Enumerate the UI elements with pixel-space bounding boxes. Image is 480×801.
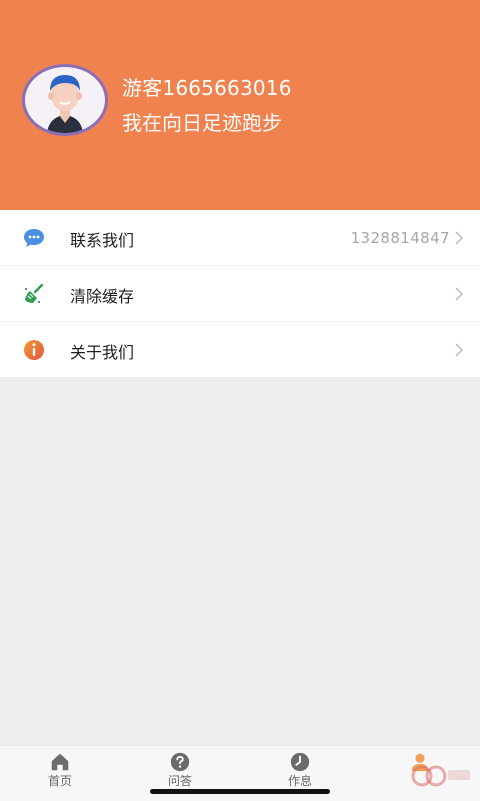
tab-home[interactable]: 首页 xyxy=(0,746,120,801)
avatar-illustration xyxy=(27,69,103,133)
menu-item-label: 关于我们 xyxy=(70,343,135,362)
settings-menu: 联系我们 1328814847 清除缓存 关于我们 xyxy=(0,210,480,377)
tab-label: 问答 xyxy=(167,774,192,788)
chevron-right-icon xyxy=(455,287,464,301)
clock-icon xyxy=(290,752,310,772)
tab-label: 作息 xyxy=(287,774,312,788)
question-icon xyxy=(170,752,190,772)
contact-phone: 1328814847 xyxy=(350,229,450,247)
home-indicator[interactable] xyxy=(150,789,330,794)
chat-bubble-icon xyxy=(24,229,44,247)
profile-motto: 我在向日足迹跑步 xyxy=(122,111,282,135)
menu-item-clear-cache[interactable]: 清除缓存 xyxy=(0,266,480,322)
home-icon xyxy=(51,753,69,771)
broom-icon xyxy=(24,283,44,304)
menu-item-label: 清除缓存 xyxy=(70,287,135,306)
menu-item-label: 联系我们 xyxy=(70,231,135,250)
chevron-right-icon xyxy=(455,343,464,357)
chevron-right-icon xyxy=(455,231,464,245)
tab-label: 首页 xyxy=(47,774,72,788)
menu-item-contact-us[interactable]: 联系我们 1328814847 xyxy=(0,210,480,266)
username: 游客1665663016 xyxy=(122,76,292,100)
avatar[interactable] xyxy=(22,64,108,136)
watermark-logo xyxy=(411,765,470,787)
menu-item-about-us[interactable]: 关于我们 xyxy=(0,322,480,377)
profile-header: 游客1665663016 我在向日足迹跑步 xyxy=(0,0,480,210)
info-icon xyxy=(24,340,44,360)
